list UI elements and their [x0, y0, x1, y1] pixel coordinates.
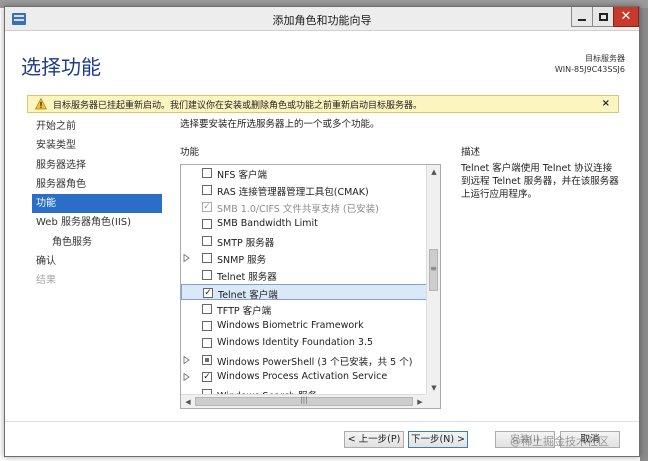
destination-label: 目标服务器: [585, 54, 625, 63]
minimize-button[interactable]: [571, 7, 593, 27]
vertical-scrollbar[interactable]: ▲ ▼: [426, 165, 440, 395]
scroll-left-icon[interactable]: ◀: [181, 395, 195, 409]
nav-step-7[interactable]: 确认: [32, 252, 162, 271]
minimize-icon: [578, 18, 586, 21]
feature-row[interactable]: SMTP 服务器: [181, 233, 427, 249]
feature-label: Windows Process Activation Service: [217, 371, 388, 382]
nav-step-3[interactable]: 服务器角色: [32, 175, 162, 194]
nav-step-4[interactable]: 功能: [32, 194, 162, 214]
feature-row[interactable]: RAS 连接管理器管理工具包(CMAK): [181, 182, 427, 198]
feature-row[interactable]: SMB Bandwidth Limit: [181, 216, 427, 232]
back-button[interactable]: < 上一步(P): [344, 431, 404, 448]
feature-row[interactable]: ✓ Windows Process Activation Service: [181, 369, 427, 385]
nav-step-6[interactable]: 角色服务: [32, 233, 162, 252]
feature-label: NFS 客户端: [217, 170, 267, 181]
window-title: 添加角色和功能向导: [272, 14, 372, 27]
feature-label: SMB Bandwidth Limit: [217, 218, 318, 229]
close-icon: ✕: [620, 9, 632, 24]
background-window-edge: [640, 8, 648, 461]
feature-row[interactable]: Windows Biometric Framework: [181, 318, 427, 334]
feature-label: Windows PowerShell (3 个已安装，共 5 个): [217, 357, 413, 368]
intro-text: 选择要安装在所选服务器上的一个或多个功能。: [180, 119, 380, 130]
feature-label: Telnet 服务器: [217, 272, 277, 283]
feature-label: Windows Biometric Framework: [217, 320, 364, 331]
scroll-down-icon[interactable]: ▼: [427, 381, 441, 395]
destination-server-info: 目标服务器 WIN-85J9C43SSJ6: [555, 53, 625, 75]
warning-text: 目标服务器已挂起重新启动。我们建议你在安装或删除角色或功能之前重新启动目标服务器…: [53, 100, 423, 111]
features-header: 功能: [180, 147, 200, 158]
feature-label: SNMP 服务: [217, 255, 267, 266]
feature-label: Telnet 客户端: [218, 290, 278, 301]
nav-step-2[interactable]: 服务器选择: [32, 156, 162, 175]
features-list-viewport: NFS 客户端 RAS 连接管理器管理工具包(CMAK) ✓ SMB 1.0/CIFS…: [181, 165, 427, 395]
title-bar[interactable]: 添加角色和功能向导 ✕: [5, 7, 639, 31]
maximize-icon: [598, 12, 608, 21]
nav-step-0[interactable]: 开始之前: [32, 117, 162, 136]
next-button[interactable]: 下一步(N) >: [408, 431, 468, 448]
close-window-button[interactable]: ✕: [613, 7, 639, 27]
features-list[interactable]: NFS 客户端 RAS 连接管理器管理工具包(CMAK) ✓ SMB 1.0/CIFS…: [180, 164, 441, 409]
feature-label: Windows Identity Foundation 3.5: [217, 337, 374, 348]
feature-checkbox[interactable]: [202, 185, 212, 195]
warning-dismiss-icon[interactable]: ×: [602, 98, 610, 109]
scrollbar-corner: [426, 394, 440, 408]
feature-checkbox[interactable]: [202, 270, 212, 280]
wizard-steps-nav: 开始之前 安装类型 服务器选择 服务器角色 功能 Web 服务器角色(IIS) 角色服务 确认…: [32, 117, 162, 291]
feature-label: SMTP 服务器: [217, 238, 275, 249]
feature-checkbox[interactable]: [202, 355, 212, 365]
feature-row[interactable]: ✓ SMB 1.0/CIFS 文件共享支持 (已安装): [181, 199, 427, 215]
description-header: 描述: [461, 147, 481, 158]
feature-checkbox[interactable]: [202, 321, 212, 331]
feature-label: RAS 连接管理器管理工具包(CMAK): [217, 187, 369, 198]
maximize-button[interactable]: [592, 7, 614, 27]
expand-arrow-icon[interactable]: [183, 254, 190, 262]
expand-arrow-icon[interactable]: [183, 373, 190, 381]
feature-checkbox[interactable]: [202, 168, 212, 178]
feature-checkbox[interactable]: [202, 338, 212, 348]
nav-step-1[interactable]: 安装类型: [32, 136, 162, 155]
feature-label: TFTP 客户端: [217, 306, 272, 317]
warning-icon: [35, 98, 47, 110]
feature-row[interactable]: SNMP 服务: [181, 250, 427, 266]
scroll-right-icon[interactable]: ▶: [413, 395, 427, 409]
feature-row[interactable]: ✓ Telnet 客户端: [181, 284, 427, 301]
feature-label: SMB 1.0/CIFS 文件共享支持 (已安装): [217, 204, 379, 215]
feature-checkbox[interactable]: [202, 304, 212, 314]
expand-arrow-icon[interactable]: [183, 356, 190, 364]
feature-row[interactable]: NFS 客户端: [181, 165, 427, 181]
pending-restart-warning: 目标服务器已挂起重新启动。我们建议你在安装或删除角色或功能之前重新启动目标服务器…: [27, 95, 619, 113]
wizard-window: 添加角色和功能向导 ✕ 选择功能 目标服务器 WIN-85J9C43SSJ6 目…: [4, 6, 640, 457]
vertical-scroll-thumb[interactable]: [429, 249, 438, 291]
feature-checkbox[interactable]: [202, 219, 212, 229]
feature-checkbox[interactable]: ✓: [203, 288, 213, 298]
feature-row[interactable]: Telnet 服务器: [181, 267, 427, 283]
horizontal-scrollbar[interactable]: ◀ ▶: [181, 394, 427, 408]
feature-row[interactable]: Windows PowerShell (3 个已安装，共 5 个): [181, 352, 427, 368]
feature-checkbox[interactable]: [202, 253, 212, 263]
footer-divider: [5, 421, 639, 422]
scroll-up-icon[interactable]: ▲: [427, 165, 441, 179]
watermark: @稀土掘金技术社区: [510, 435, 609, 448]
feature-row[interactable]: Windows Identity Foundation 3.5: [181, 335, 427, 351]
feature-checkbox[interactable]: [202, 236, 212, 246]
horizontal-scroll-thumb[interactable]: [195, 396, 413, 406]
destination-server-name: WIN-85J9C43SSJ6: [554, 65, 625, 74]
nav-step-8: 结果: [36, 275, 56, 287]
feature-checkbox: ✓: [202, 202, 212, 212]
page-title: 选择功能: [21, 55, 101, 79]
feature-description: Telnet 客户端使用 Telnet 协议连接到远程 Telnet 服务器，并…: [461, 163, 619, 200]
feature-row[interactable]: TFTP 客户端: [181, 301, 427, 317]
feature-checkbox[interactable]: ✓: [202, 372, 212, 382]
nav-step-5[interactable]: Web 服务器角色(IIS): [32, 213, 162, 232]
